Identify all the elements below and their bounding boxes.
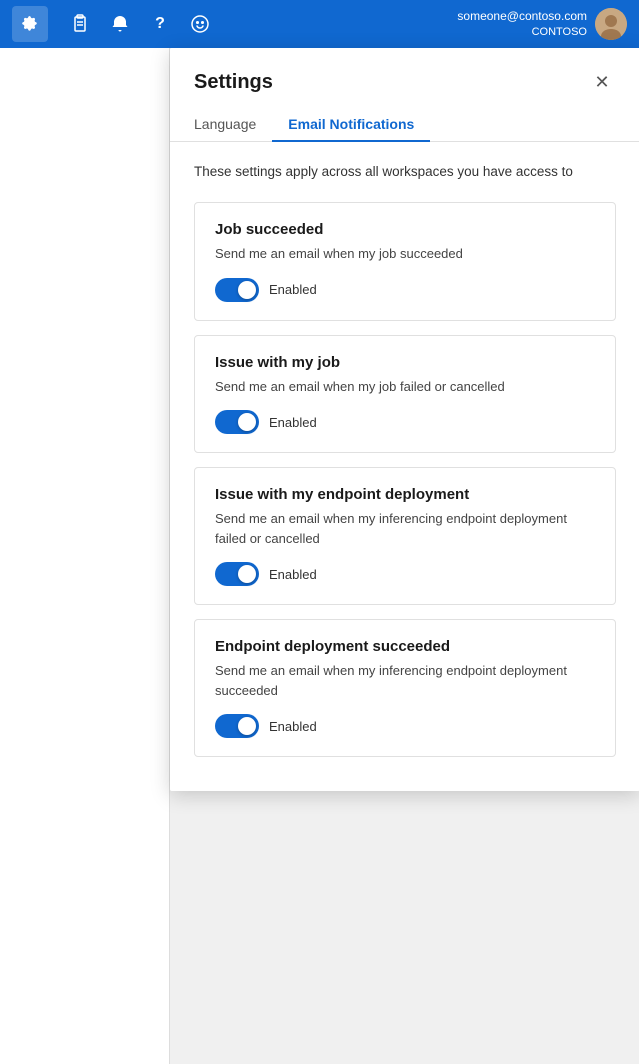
- toggle-row-endpoint-succeeded: Enabled: [215, 714, 595, 738]
- notif-desc-endpoint-succeeded: Send me an email when my inferencing end…: [215, 661, 595, 700]
- notif-title-job-succeeded: Job succeeded: [215, 221, 595, 238]
- settings-panel: Settings ✕ Language Email Notifications …: [170, 48, 639, 791]
- toggle-label-job-succeeded: Enabled: [269, 282, 317, 297]
- tab-email-notifications[interactable]: Email Notifications: [272, 108, 430, 142]
- toggle-row-job-succeeded: Enabled: [215, 278, 595, 302]
- bell-icon[interactable]: [104, 8, 136, 40]
- sidebar: [0, 48, 170, 1064]
- topbar-icons: ?: [64, 8, 216, 40]
- notif-card-issue-job: Issue with my job Send me an email when …: [194, 335, 616, 454]
- notif-card-endpoint-succeeded: Endpoint deployment succeeded Send me an…: [194, 619, 616, 757]
- topbar-right: someone@contoso.com CONTOSO: [457, 8, 627, 40]
- tab-language[interactable]: Language: [194, 108, 272, 142]
- toggle-job-succeeded[interactable]: [215, 278, 259, 302]
- content-area: Settings ✕ Language Email Notifications …: [0, 48, 639, 1064]
- settings-title: Settings: [194, 71, 273, 94]
- notif-card-issue-endpoint: Issue with my endpoint deployment Send m…: [194, 467, 616, 605]
- emoji-icon[interactable]: [184, 8, 216, 40]
- settings-tabs: Language Email Notifications: [170, 108, 639, 142]
- toggle-issue-endpoint[interactable]: [215, 562, 259, 586]
- user-email: someone@contoso.com: [457, 8, 587, 25]
- notif-title-issue-job: Issue with my job: [215, 354, 595, 371]
- close-icon: ✕: [594, 72, 609, 93]
- notif-desc-issue-endpoint: Send me an email when my inferencing end…: [215, 509, 595, 548]
- notif-title-issue-endpoint: Issue with my endpoint deployment: [215, 486, 595, 503]
- notif-card-job-succeeded: Job succeeded Send me an email when my j…: [194, 202, 616, 321]
- notif-title-endpoint-succeeded: Endpoint deployment succeeded: [215, 638, 595, 655]
- notif-desc-issue-job: Send me an email when my job failed or c…: [215, 377, 595, 397]
- avatar[interactable]: [595, 8, 627, 40]
- help-icon[interactable]: ?: [144, 8, 176, 40]
- gear-icon[interactable]: [12, 6, 48, 42]
- toggle-row-issue-endpoint: Enabled: [215, 562, 595, 586]
- user-org: CONTOSO: [457, 25, 587, 40]
- user-info: someone@contoso.com CONTOSO: [457, 8, 587, 40]
- toggle-label-endpoint-succeeded: Enabled: [269, 719, 317, 734]
- settings-description: These settings apply across all workspac…: [194, 162, 616, 182]
- settings-body: These settings apply across all workspac…: [170, 142, 639, 791]
- top-navbar: ? someone@contoso.com CONTOSO: [0, 0, 639, 48]
- topbar-left: ?: [12, 6, 216, 42]
- toggle-label-issue-job: Enabled: [269, 415, 317, 430]
- toggle-issue-job[interactable]: [215, 410, 259, 434]
- clipboard-icon[interactable]: [64, 8, 96, 40]
- toggle-row-issue-job: Enabled: [215, 410, 595, 434]
- toggle-label-issue-endpoint: Enabled: [269, 567, 317, 582]
- notif-desc-job-succeeded: Send me an email when my job succeeded: [215, 244, 595, 264]
- close-button[interactable]: ✕: [588, 68, 616, 96]
- toggle-endpoint-succeeded[interactable]: [215, 714, 259, 738]
- settings-header: Settings ✕: [170, 48, 639, 96]
